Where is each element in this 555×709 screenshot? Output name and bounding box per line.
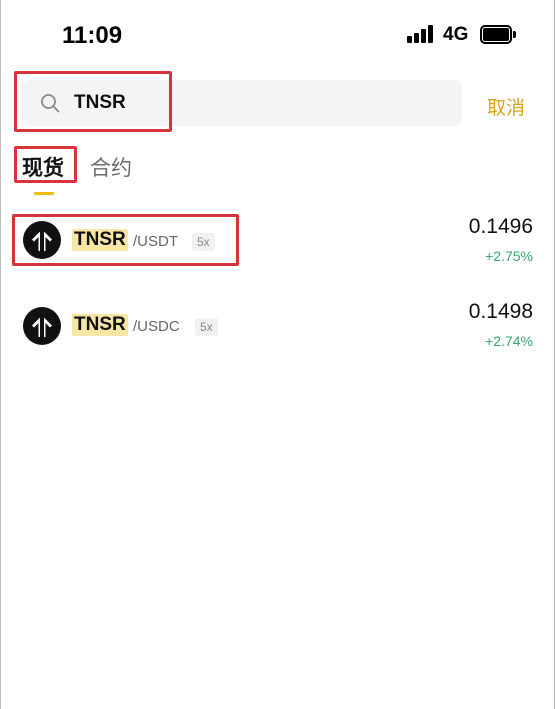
status-time: 11:09 xyxy=(62,22,123,49)
tnsr-logo-icon xyxy=(23,307,61,345)
signal-bars-icon xyxy=(407,25,435,43)
result-row-tnsr-usdc[interactable]: TNSR /USDC 5x 0.1498 +2.74% xyxy=(0,290,555,360)
tab-contract[interactable]: 合约 xyxy=(90,152,132,182)
last-price: 0.1496 xyxy=(468,215,533,238)
pair-quote: /USDC xyxy=(133,318,180,335)
highlight-box-search xyxy=(14,71,172,132)
price-change: +2.75% xyxy=(485,248,533,264)
pair-base: TNSR xyxy=(72,314,128,336)
battery-icon xyxy=(480,25,516,44)
leverage-badge: 5x xyxy=(195,318,218,336)
last-price: 0.1498 xyxy=(468,300,533,323)
network-type: 4G xyxy=(443,24,469,45)
active-tab-indicator xyxy=(34,192,54,195)
price-change: +2.74% xyxy=(485,333,533,349)
cancel-button[interactable]: 取消 xyxy=(487,93,525,120)
highlight-box-result xyxy=(12,214,239,266)
highlight-box-tab xyxy=(14,146,77,183)
